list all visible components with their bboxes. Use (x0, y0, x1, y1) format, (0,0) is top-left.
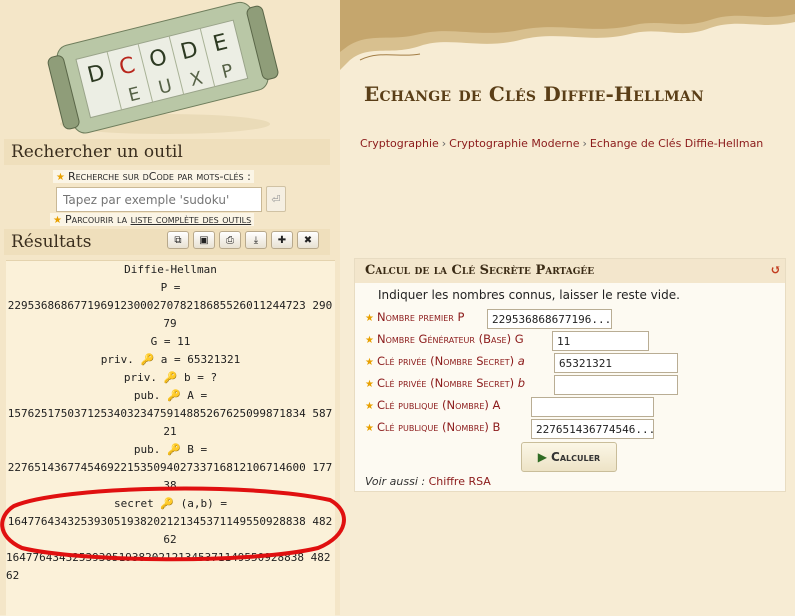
calc-panel: Calcul de la Clé Secrète Partagée ↺ Indi… (354, 258, 786, 492)
result-pub-a: pub. 🔑 A = (133, 389, 208, 402)
star-icon: ★ (365, 423, 374, 434)
search-input[interactable] (56, 187, 262, 212)
result-pub-b: pub. 🔑 B = (133, 443, 208, 456)
search-submit-button[interactable]: ⏎ (266, 186, 286, 212)
prime-p-input[interactable]: 229536868677196... (487, 309, 612, 329)
full-tool-list-link[interactable]: liste complète des outils (131, 213, 252, 226)
result-title: Diffie-Hellman (124, 263, 217, 276)
calculate-button[interactable]: ▶ Calculer (521, 442, 617, 472)
results-toolbar: ⧉ ▣ ⎙ ⤓ ✚ ✖ (167, 231, 319, 251)
result-p-value: 2295368686771969123000270782186855260112… (7, 299, 333, 330)
result-p-label: P = (160, 281, 181, 294)
keyword-search-label[interactable]: ★ Recherche sur dCode par mots-clés : (53, 170, 254, 183)
browse-tools-line: ★ Parcourir la liste complète des outils (50, 213, 255, 226)
see-also-rsa-link[interactable]: Chiffre RSA (429, 475, 491, 488)
star-icon: ★ (365, 357, 374, 368)
breadcrumb-crypto-moderne[interactable]: Cryptographie Moderne (449, 137, 579, 150)
field-pub-b-label: ★ Clé publique (Nombre) B (365, 420, 501, 434)
field-b-label: ★ Clé privée (Nombre Secret) b (365, 376, 526, 390)
key-icon: 🔑 (166, 443, 181, 456)
breadcrumb-current[interactable]: Echange de Clés Diffie-Hellman (590, 137, 763, 150)
calc-hint: Indiquer les nombres connus, laisser le … (378, 288, 680, 302)
key-icon: 🔑 (160, 497, 175, 510)
star-icon: ★ (56, 172, 65, 183)
dcode-logo[interactable]: D C O D E E U X P (0, 0, 340, 138)
key-icon: 🔑 (163, 371, 178, 384)
public-b-input[interactable]: 227651436774546... (531, 419, 654, 439)
search-section-title: Rechercher un outil (4, 139, 330, 165)
copy-icon[interactable]: ⧉ (167, 231, 189, 249)
pin-icon[interactable]: ✚ (271, 231, 293, 249)
star-icon: ★ (365, 335, 374, 346)
key-icon: 🔑 (140, 353, 155, 366)
private-a-input[interactable]: 65321321 (554, 353, 678, 373)
field-p-label: ★ Nombre premier P (365, 310, 465, 324)
public-a-input[interactable] (531, 397, 654, 417)
result-raw-value: 1647764343253930519382021213453711495509… (6, 551, 331, 582)
field-a-label: ★ Clé privée (Nombre Secret) a (365, 354, 525, 368)
generator-g-input[interactable]: 11 (552, 331, 649, 351)
field-pub-a-label: ★ Clé publique (Nombre) A (365, 398, 501, 412)
print-icon[interactable]: ⎙ (219, 231, 241, 249)
breadcrumb-cryptographie[interactable]: Cryptographie (360, 137, 439, 150)
save-icon[interactable]: ▣ (193, 231, 215, 249)
star-icon: ★ (53, 215, 62, 226)
result-priv-b: priv. 🔑 b = ? (123, 371, 218, 384)
left-sidebar: D C O D E E U X P Rechercher un outil ★ R… (0, 0, 346, 616)
see-also: Voir aussi : Chiffre RSA (365, 475, 491, 488)
result-a-value: 1576251750371253403234759148852676250998… (7, 407, 333, 438)
calc-panel-title: Calcul de la Clé Secrète Partagée ↺ (355, 259, 785, 283)
download-icon[interactable]: ⤓ (245, 231, 267, 249)
star-icon: ★ (365, 379, 374, 390)
main-content: Echange de Clés Diffie-Hellman Cryptogra… (340, 0, 795, 615)
result-secret: secret 🔑 (a,b) = (113, 497, 228, 510)
result-secret-value: 1647764343253930519382021213453711495509… (7, 515, 333, 546)
page-title: Echange de Clés Diffie-Hellman (364, 82, 704, 106)
parchment-decoration (340, 0, 795, 70)
result-b-value: 2276514367745469221535094027337168121067… (7, 461, 333, 492)
breadcrumb: Cryptographie › Cryptographie Moderne › Echa… (360, 137, 764, 150)
results-output: Diffie-Hellman P = 229536868677196912300… (6, 260, 335, 616)
private-b-input[interactable] (554, 375, 678, 395)
key-icon: 🔑 (166, 389, 181, 402)
play-icon: ▶ (537, 450, 548, 464)
star-icon: ★ (365, 401, 374, 412)
field-g-label: ★ Nombre Générateur (Base) G (365, 332, 524, 346)
result-g: G = 11 (150, 335, 191, 348)
result-priv-a: priv. 🔑 a = 65321321 (100, 353, 241, 366)
close-icon[interactable]: ✖ (297, 231, 319, 249)
refresh-icon[interactable]: ↺ (770, 259, 781, 283)
star-icon: ★ (365, 313, 374, 324)
